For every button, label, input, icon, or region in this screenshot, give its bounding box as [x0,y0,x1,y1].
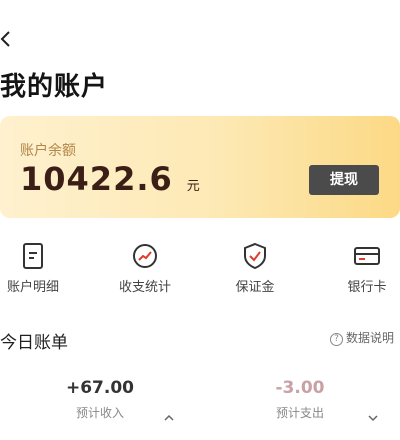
back-button[interactable] [0,28,22,50]
bank-card-icon [353,242,381,270]
stats-gauge-icon [131,242,159,270]
deposit-button[interactable]: 保证金 [205,238,305,300]
bank-card-button[interactable]: 银行卡 [317,238,400,300]
income-value: +67.00 [65,378,135,398]
balance-card: 账户余额 10422.6 元 提现 [0,116,400,218]
data-note-link[interactable]: ? 数据说明 [330,329,394,346]
action-label: 银行卡 [347,280,387,295]
expected-income: +67.00 预计收入 [0,378,200,438]
income-expense-stats-button[interactable]: 收支统计 [95,238,195,300]
action-label: 收支统计 [118,280,171,295]
action-label: 保证金 [235,280,275,295]
today-bill-title: 今日账单 [0,333,68,353]
withdraw-button[interactable]: 提现 [309,165,379,195]
expected-expense: -3.00 预计支出 [200,378,400,438]
chevron-left-icon [0,28,22,50]
chevron-down-icon[interactable] [367,408,379,422]
expense-value: -3.00 [275,378,325,398]
action-label: 账户明细 [6,280,59,295]
chevron-up-icon[interactable] [163,408,175,421]
balance-unit: 元 [186,179,200,194]
account-page: 我的账户 账户余额 10422.6 元 提现 账户明细 收支统计 保证金 银行卡… [0,0,400,440]
document-icon [19,242,47,270]
page-title: 我的账户 [0,72,109,102]
account-details-button[interactable]: 账户明细 [0,238,83,300]
question-icon: ? [330,333,343,346]
balance-amount: 10422.6 [20,160,173,198]
quick-actions: 账户明细 收支统计 保证金 银行卡 [0,238,400,300]
balance-amount-row: 10422.6 元 [20,160,200,198]
data-note-label: 数据说明 [346,331,395,345]
balance-label: 账户余额 [20,143,76,159]
shield-check-icon [241,242,269,270]
